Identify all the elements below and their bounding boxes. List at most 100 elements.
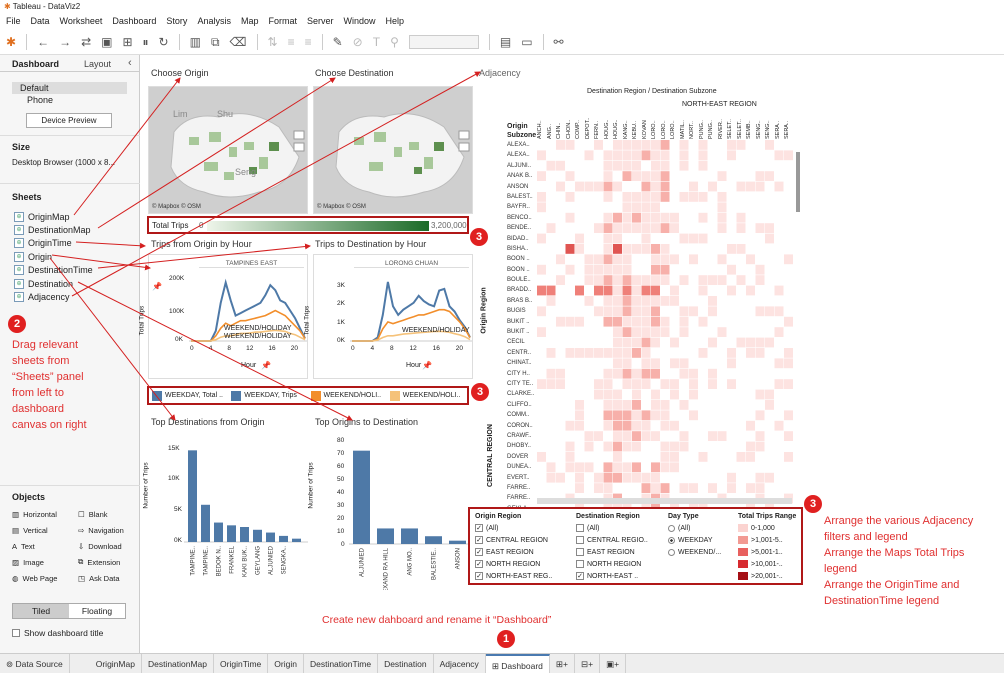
new-dashboard-tab-icon[interactable]: ⊟+ <box>575 653 601 673</box>
filter-option[interactable]: ✓ CENTRAL REGION <box>475 534 565 546</box>
sheet-item-origin[interactable]: ⊕ Origin <box>14 250 134 263</box>
menu-help[interactable]: Help <box>386 16 405 28</box>
floating-button[interactable]: Floating <box>69 604 125 618</box>
save-icon[interactable]: ▣ <box>101 35 112 49</box>
origin-map[interactable]: Lim Shu Seng © Mapbox © OSM <box>148 86 308 214</box>
destination-map[interactable]: © Mapbox © OSM <box>313 86 473 214</box>
presentation-icon[interactable]: ▭ <box>521 35 532 49</box>
checkbox[interactable] <box>576 560 584 568</box>
menu-window[interactable]: Window <box>344 16 376 28</box>
legend-item[interactable]: WEEKEND/HOLI.. <box>389 390 464 401</box>
sheet-item-destinationtime[interactable]: ⊕ DestinationTime <box>14 264 134 277</box>
filter-option[interactable]: WEEKDAY <box>668 534 732 546</box>
fit-select[interactable] <box>408 35 479 49</box>
new-worksheet-icon[interactable]: ▥ <box>190 35 201 49</box>
device-phone[interactable]: Phone <box>27 95 53 105</box>
menu-analysis[interactable]: Analysis <box>197 16 231 28</box>
tab-destinationmap[interactable]: DestinationMap <box>142 653 215 673</box>
menu-story[interactable]: Story <box>166 16 187 28</box>
tableau-logo-icon[interactable]: ✱ <box>6 35 16 49</box>
pin-icon[interactable]: 📌 <box>261 361 271 370</box>
heatmap-h-scrollbar[interactable] <box>537 498 792 504</box>
origin-region-filter[interactable]: Origin Region ✓ (All) ✓ CENTRAL REGION ✓ EA… <box>475 513 565 582</box>
adjacency-matrix[interactable]: Destination Region / Destination Subzone… <box>477 82 802 545</box>
sort-asc-icon[interactable]: ≡ <box>288 35 295 49</box>
tiled-button[interactable]: Tiled <box>13 604 69 618</box>
checkbox[interactable]: ✓ <box>475 560 483 568</box>
device-preview-button[interactable]: Device Preview <box>26 113 112 128</box>
show-title-checkbox[interactable] <box>12 629 20 637</box>
pin-icon[interactable]: 📌 <box>152 282 162 291</box>
legend-item[interactable]: 0-1,000 <box>738 522 802 534</box>
filter-option[interactable]: (All) <box>576 522 664 534</box>
top-destinations-chart[interactable]: Number of Trips 15K 10K 5K 0K TAMPINE.. T… <box>143 432 308 590</box>
menu-server[interactable]: Server <box>307 16 334 28</box>
trips-from-origin-chart[interactable]: TAMPINES EAST 📌 Total Trips 200K 100K 0K… <box>138 254 308 379</box>
top-origins-chart[interactable]: Number of Trips 80 70 60 50 40 30 20 10 … <box>308 432 473 590</box>
filter-option[interactable]: ✓ NORTH-EAST .. <box>576 570 664 582</box>
menu-format[interactable]: Format <box>268 16 297 28</box>
object-download[interactable]: ⇩ Download <box>78 538 138 554</box>
legend-item[interactable]: WEEKDAY, Trips <box>231 390 305 401</box>
swap-icon[interactable]: ⇅ <box>268 35 278 49</box>
object-vertical[interactable]: ▤ Vertical <box>12 522 78 538</box>
pin-icon[interactable]: ⚲ <box>390 35 399 49</box>
tab-destinationtime[interactable]: DestinationTime <box>304 653 379 673</box>
menu-data[interactable]: Data <box>31 16 50 28</box>
redo-icon[interactable]: → <box>59 35 71 49</box>
day-type-filter[interactable]: Day Type (All) WEEKDAY WEEKEND/... <box>668 513 732 558</box>
tab-data-source[interactable]: ⊚ Data Source <box>0 653 70 673</box>
sheet-item-destination[interactable]: ⊕ Destination <box>14 277 134 290</box>
total-trips-range-legend[interactable]: Total Trips Range 0-1,000 >1,001-5.. >5,… <box>738 513 802 582</box>
filter-option[interactable]: ✓ NORTH-EAST REG.. <box>475 570 565 582</box>
legend-item[interactable]: >10,001-.. <box>738 558 802 570</box>
filter-option[interactable]: WEEKEND/... <box>668 546 732 558</box>
tab-origin[interactable]: Origin <box>268 653 304 673</box>
duplicate-icon[interactable]: ⧉ <box>211 35 220 50</box>
object-blank[interactable]: ☐ Blank <box>78 506 138 522</box>
checkbox[interactable] <box>576 536 584 544</box>
legend-item[interactable]: WEEKDAY, Total .. <box>152 390 226 401</box>
filter-option[interactable]: ✓ NORTH REGION <box>475 558 565 570</box>
clear-sheet-icon[interactable]: ⌫ <box>230 35 247 49</box>
checkbox[interactable]: ✓ <box>475 572 483 580</box>
checkbox[interactable]: ✓ <box>576 572 584 580</box>
legend-item[interactable]: >20,001-.. <box>738 570 802 582</box>
sheet-item-destinationmap[interactable]: ⊕ DestinationMap <box>14 223 134 236</box>
object-navigation[interactable]: ⇨ Navigation <box>78 522 138 538</box>
tab-layout[interactable]: Layout <box>84 59 111 69</box>
new-worksheet-tab-icon[interactable]: ⊞+ <box>550 653 575 673</box>
tab-dashboard[interactable]: ⊞ Dashboard <box>485 653 550 673</box>
legend-item[interactable]: >5,001-1.. <box>738 546 802 558</box>
object-extension[interactable]: ⧉ Extension <box>78 554 138 570</box>
collapse-icon[interactable]: ‹ <box>128 57 132 69</box>
object-text[interactable]: A Text <box>12 538 78 554</box>
tab-destination[interactable]: Destination <box>378 653 434 673</box>
trips-to-destination-chart[interactable]: LORONG CHUAN Total Trips 3K 2K 1K 0K WEE… <box>303 254 473 379</box>
device-default[interactable]: Default <box>12 82 127 94</box>
new-story-tab-icon[interactable]: ▣+ <box>600 653 627 673</box>
object-web-page[interactable]: ◍ Web Page <box>12 570 78 586</box>
highlight-icon[interactable]: ✎ <box>333 35 343 49</box>
filter-option[interactable]: (All) <box>668 522 732 534</box>
sheet-item-origintime[interactable]: ⊕ OriginTime <box>14 237 134 250</box>
time-legend[interactable]: WEEKDAY, Total .. WEEKDAY, Trips WEEKEND… <box>147 386 469 405</box>
object-ask-data[interactable]: ◳ Ask Data <box>78 570 138 586</box>
total-trips-legend[interactable]: Total Trips 0 3,200,000 <box>147 216 469 234</box>
labels-icon[interactable]: T <box>373 35 380 49</box>
filter-option[interactable]: CENTRAL REGIO.. <box>576 534 664 546</box>
menu-map[interactable]: Map <box>241 16 259 28</box>
checkbox[interactable] <box>576 524 584 532</box>
object-horizontal[interactable]: ▥ Horizontal <box>12 506 78 522</box>
checkbox[interactable]: ✓ <box>475 536 483 544</box>
tab-originmap[interactable]: OriginMap <box>90 653 142 673</box>
group-icon[interactable]: ⊘ <box>353 35 363 49</box>
filter-option[interactable]: EAST REGION <box>576 546 664 558</box>
replace-data-icon[interactable]: ⇄ <box>81 35 91 49</box>
object-image[interactable]: ▨ Image <box>12 554 78 570</box>
new-datasource-icon[interactable]: ⊞ <box>122 35 132 49</box>
tab-dashboard[interactable]: Dashboard <box>12 59 59 69</box>
refresh-icon[interactable]: ↻ <box>159 35 169 49</box>
filter-option[interactable]: ✓ (All) <box>475 522 565 534</box>
radio[interactable] <box>668 548 675 556</box>
